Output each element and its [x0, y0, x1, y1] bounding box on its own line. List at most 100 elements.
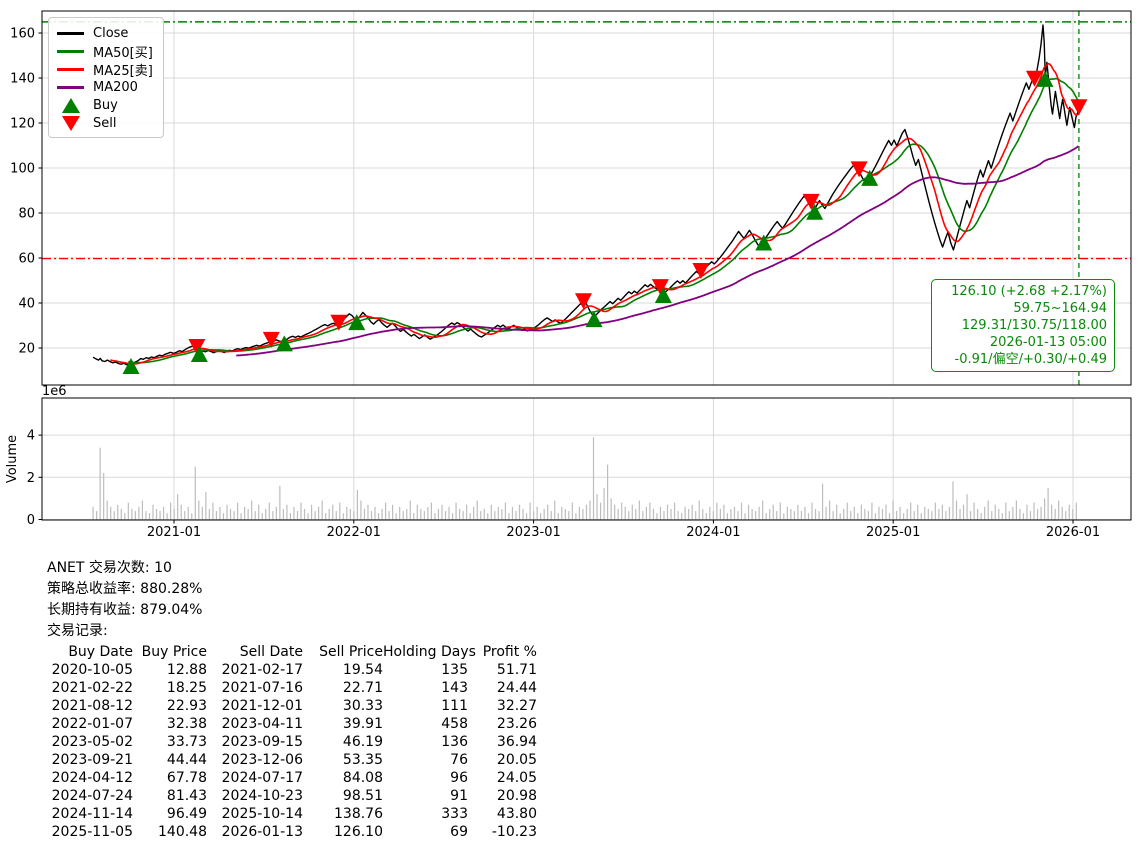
legend-item-label: Close — [93, 26, 128, 41]
trade-cell: 51.71 — [468, 661, 537, 679]
volume-bar — [829, 501, 830, 520]
volume-bar — [166, 513, 167, 519]
volume-bar — [1026, 505, 1027, 520]
volume-bar — [762, 501, 763, 520]
trade-row: 2025-11-05140.482026-01-13126.1069-10.23 — [47, 823, 537, 841]
volume-bar — [977, 509, 978, 520]
volume-bar — [233, 511, 234, 519]
summary-records-title: 交易记录: — [47, 621, 202, 642]
volume-bar — [572, 503, 573, 520]
trade-cell: 30.33 — [303, 697, 383, 715]
legend-line-swatch — [57, 68, 84, 71]
volume-bar — [956, 501, 957, 520]
volume-bar — [128, 503, 129, 520]
volume-bar — [248, 509, 249, 520]
column-header: Buy Price — [133, 643, 207, 661]
trade-cell: 2020-10-05 — [47, 661, 133, 679]
volume-bar — [780, 503, 781, 520]
legend-item-label: Sell — [93, 116, 116, 131]
volume-bar — [149, 513, 150, 519]
volume-bar — [494, 511, 495, 519]
sell-marker — [851, 161, 868, 177]
volume-bar — [801, 511, 802, 519]
volume-bar — [343, 513, 344, 519]
volume-bar — [1030, 511, 1031, 519]
volume-bar — [448, 507, 449, 520]
volume-bar — [917, 505, 918, 520]
ytick-label: 140 — [10, 72, 35, 87]
xtick-label: 2026-01 — [1046, 525, 1100, 540]
trade-cell: 81.43 — [133, 787, 207, 805]
volume-bar — [565, 509, 566, 520]
trade-cell: 19.54 — [303, 661, 383, 679]
legend-item-ma25: MA25[卖] — [57, 60, 153, 78]
volume-bar — [188, 507, 189, 520]
trade-cell: 32.27 — [468, 697, 537, 715]
trade-cell: 458 — [383, 715, 468, 733]
volume-bar — [656, 513, 657, 519]
trade-row: 2021-02-2218.252021-07-1622.7114324.44 — [47, 679, 537, 697]
trade-row: 2020-10-0512.882021-02-1719.5413551.71 — [47, 661, 537, 679]
volume-bar — [998, 509, 999, 520]
volume-bar — [459, 509, 460, 520]
volume-bar — [868, 511, 869, 519]
volume-bar — [797, 505, 798, 520]
volume-bar — [357, 490, 358, 520]
trade-cell: 2021-08-12 — [47, 697, 133, 715]
trade-cell: 2024-04-12 — [47, 769, 133, 787]
volume-bar — [755, 511, 756, 519]
trade-cell: 84.08 — [303, 769, 383, 787]
volume-bar — [864, 509, 865, 520]
trade-cell: 24.44 — [468, 679, 537, 697]
volume-bar — [1051, 505, 1052, 520]
volume-bar — [794, 511, 795, 519]
trade-cell: 2021-07-16 — [207, 679, 303, 697]
annotation-line: 126.10 (+2.68 +2.17%) — [939, 283, 1107, 300]
volume-bar — [639, 501, 640, 520]
volume-bar — [695, 511, 696, 519]
volume-bar — [660, 507, 661, 520]
volume-bar — [554, 501, 555, 520]
volume-bar — [272, 511, 273, 519]
volume-bar — [579, 507, 580, 520]
volume-bar — [931, 511, 932, 519]
legend-item-label: MA200 — [93, 80, 138, 95]
volume-bar — [336, 511, 337, 519]
volume-bar — [1044, 498, 1045, 519]
volume-bar — [1037, 509, 1038, 520]
volume-bar — [205, 492, 206, 519]
legend-line-swatch — [57, 86, 84, 89]
volume-bar — [1065, 511, 1066, 519]
volume-bar — [600, 503, 601, 520]
volume-bar — [900, 507, 901, 520]
volume-bar — [878, 507, 879, 520]
volume-bar — [290, 513, 291, 519]
trade-cell: 22.93 — [133, 697, 207, 715]
volume-ytick-label: 2 — [27, 471, 35, 486]
volume-bar — [526, 513, 527, 519]
volume-bar — [389, 511, 390, 519]
volume-bar — [875, 513, 876, 519]
volume-bar — [818, 511, 819, 519]
volume-bar — [346, 507, 347, 520]
volume-bar — [586, 505, 587, 520]
volume-bar — [632, 505, 633, 520]
volume-bar — [427, 507, 428, 520]
volume-bar — [847, 503, 848, 520]
volume-bar — [653, 509, 654, 520]
volume-bar — [110, 507, 111, 520]
volume-bar — [417, 505, 418, 520]
trade-cell: 36.94 — [468, 733, 537, 751]
line-swatch — [57, 86, 84, 89]
volume-bar — [945, 511, 946, 519]
volume-bar — [329, 509, 330, 520]
volume-bar — [142, 501, 143, 520]
volume-bar — [307, 513, 308, 519]
volume-bar — [685, 507, 686, 520]
volume-bar — [1072, 509, 1073, 520]
volume-bar — [667, 505, 668, 520]
volume-bar — [670, 509, 671, 520]
volume-bar — [455, 503, 456, 520]
volume-bar — [614, 505, 615, 520]
trade-cell: 96 — [383, 769, 468, 787]
